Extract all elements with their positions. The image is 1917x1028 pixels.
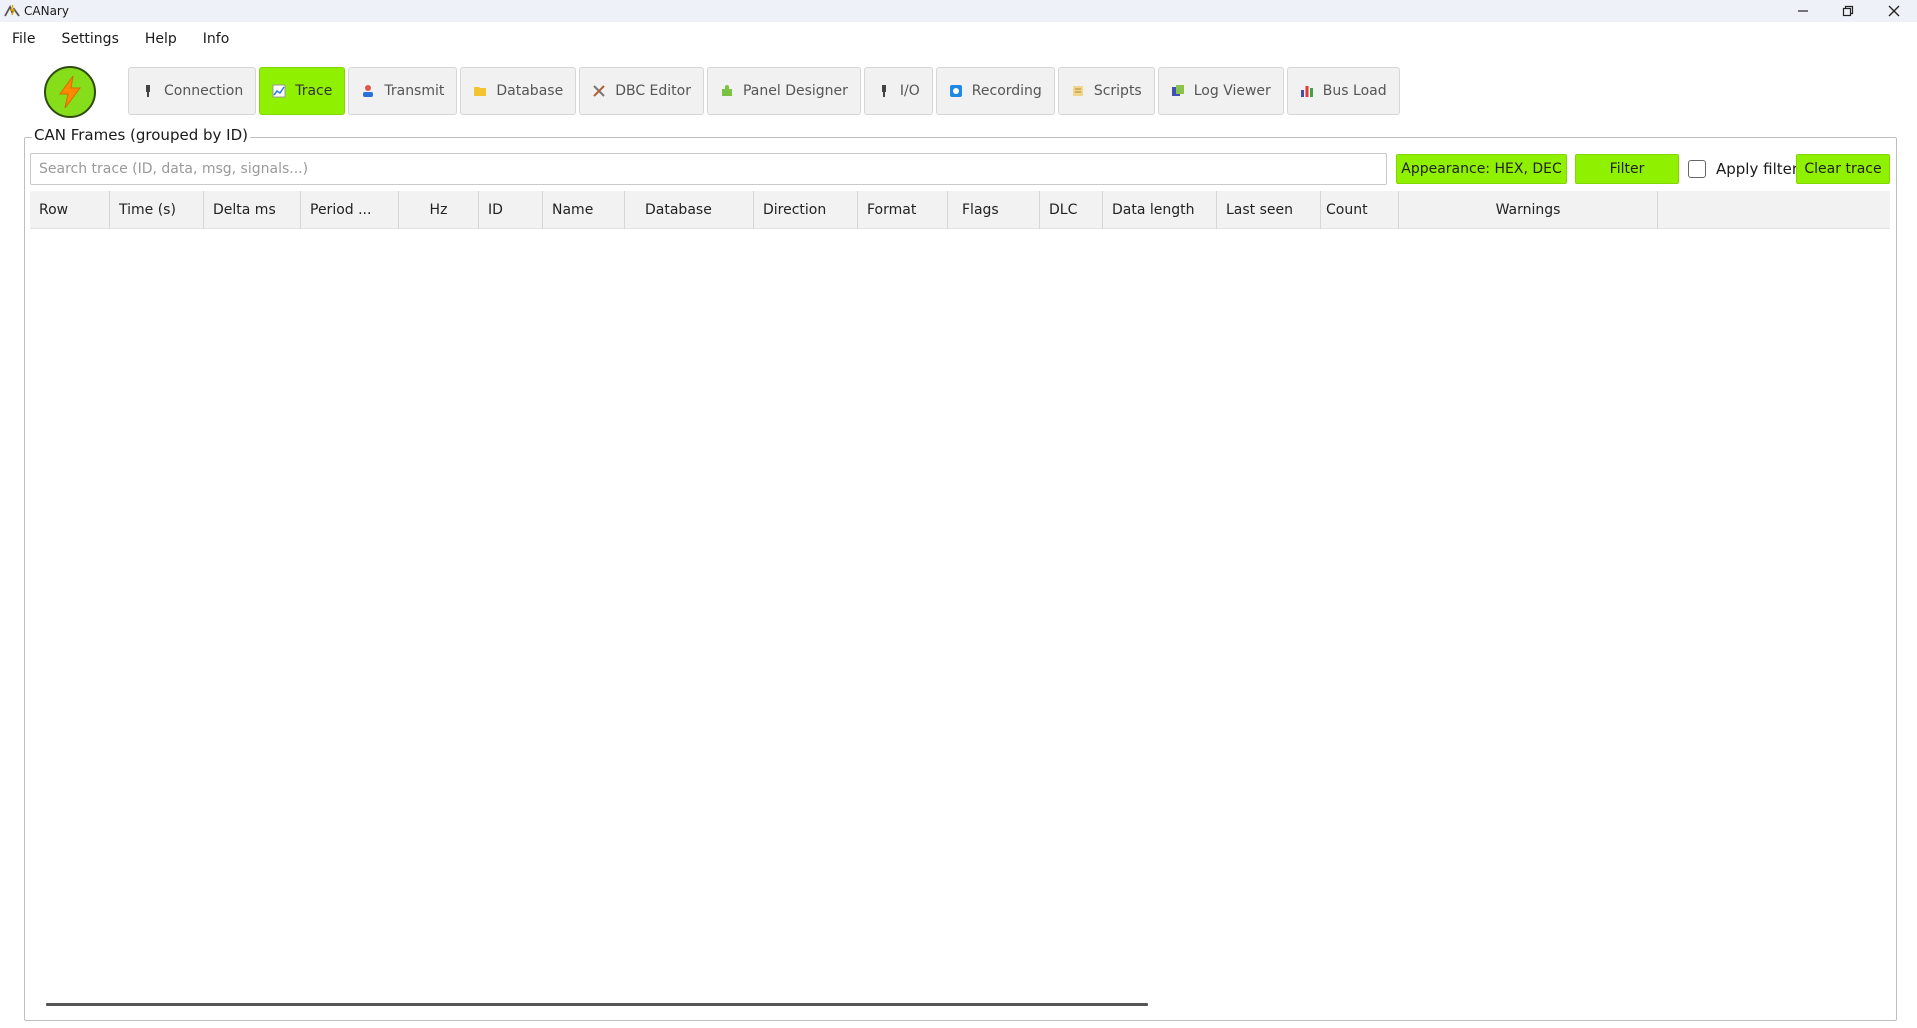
tab-database[interactable]: Database: [460, 67, 577, 115]
tab-panel-designer[interactable]: Panel Designer: [706, 67, 861, 115]
trace-table-body[interactable]: [30, 229, 1890, 1003]
lightning-bolt-icon: [59, 75, 81, 109]
search-input[interactable]: [30, 153, 1387, 185]
column-header-dlc[interactable]: DLC: [1040, 191, 1103, 229]
tab-bus-load[interactable]: Bus Load: [1286, 67, 1400, 115]
minimize-icon: [1798, 10, 1808, 12]
puzzle-icon: [721, 85, 732, 96]
checkbox-box[interactable]: [1688, 160, 1706, 178]
menu-bar: File Settings Help Info: [0, 26, 1917, 52]
tab-recording[interactable]: Recording: [935, 67, 1055, 115]
column-header-count[interactable]: Count: [1321, 191, 1399, 229]
connect-logo-button[interactable]: [44, 66, 96, 118]
column-header-direction[interactable]: Direction: [754, 191, 858, 229]
column-header-name[interactable]: Name: [543, 191, 625, 229]
column-header-flags[interactable]: Flags: [948, 191, 1040, 229]
tab-dbc-editor[interactable]: DBC Editor: [579, 67, 704, 115]
column-header-row[interactable]: Row: [30, 191, 110, 229]
horizontal-scrollbar[interactable]: [46, 1003, 1148, 1006]
tab-label: I/O: [899, 83, 920, 99]
title-bar: CANary: [0, 0, 1917, 22]
restore-button[interactable]: [1826, 0, 1870, 22]
menu-help[interactable]: Help: [145, 31, 177, 47]
tab-label: Bus Load: [1322, 83, 1387, 99]
trace-table-header: Row Time (s) Delta ms Period ... Hz ID N…: [30, 191, 1890, 229]
tab-transmit[interactable]: Transmit: [348, 67, 458, 115]
close-icon: [1888, 5, 1900, 17]
tab-label: Log Viewer: [1193, 83, 1271, 99]
tools-icon: [593, 85, 605, 97]
tab-label: Panel Designer: [742, 83, 848, 99]
tab-label: Trace: [295, 83, 333, 99]
tab-io[interactable]: I/O: [863, 67, 933, 115]
column-header-database[interactable]: Database: [625, 191, 754, 229]
apply-filter-label: Apply filter: [1716, 160, 1799, 178]
column-header-warnings[interactable]: Warnings: [1399, 191, 1658, 229]
close-button[interactable]: [1872, 0, 1916, 22]
menu-file[interactable]: File: [12, 31, 35, 47]
log-icon: [1171, 85, 1184, 96]
group-title: CAN Frames (grouped by ID): [32, 126, 250, 144]
column-header-data-length[interactable]: Data length: [1103, 191, 1217, 229]
app-logo-icon: [4, 4, 20, 17]
tab-trace[interactable]: Trace: [259, 67, 346, 115]
minimize-button[interactable]: [1781, 0, 1825, 22]
tab-connection[interactable]: Connection: [128, 67, 257, 115]
chart-icon: [272, 84, 286, 98]
tab-label: Database: [496, 83, 564, 99]
tab-label: Scripts: [1093, 83, 1142, 99]
bar-chart-icon: [1300, 86, 1313, 97]
tab-label: Connection: [164, 83, 244, 99]
tab-log-viewer[interactable]: Log Viewer: [1157, 67, 1284, 115]
tab-scripts[interactable]: Scripts: [1057, 67, 1155, 115]
appearance-button[interactable]: Appearance: HEX, DEC: [1396, 154, 1567, 184]
tab-label: Transmit: [384, 83, 445, 99]
column-header-format[interactable]: Format: [858, 191, 948, 229]
column-header-hz[interactable]: Hz: [399, 191, 479, 229]
column-header-id[interactable]: ID: [479, 191, 543, 229]
scroll-icon: [1072, 86, 1083, 96]
tab-label: DBC Editor: [615, 83, 691, 99]
column-header-time[interactable]: Time (s): [110, 191, 204, 229]
plug-icon: [881, 85, 886, 97]
window-title: CANary: [24, 4, 69, 18]
folder-icon: [474, 87, 487, 96]
plug-icon: [146, 85, 150, 97]
record-icon: [949, 85, 962, 97]
column-header-period[interactable]: Period ...: [301, 191, 399, 229]
main-tabs: Connection Trace Transmit Database DBC E…: [128, 67, 1403, 115]
menu-info[interactable]: Info: [203, 31, 230, 47]
restore-icon: [1842, 5, 1854, 17]
filter-button[interactable]: Filter: [1575, 154, 1679, 184]
column-header-last-seen[interactable]: Last seen: [1217, 191, 1321, 229]
clear-trace-button[interactable]: Clear trace: [1796, 154, 1890, 184]
person-icon: [363, 85, 374, 97]
apply-filter-checkbox[interactable]: Apply filter: [1688, 154, 1798, 184]
tab-label: Recording: [971, 83, 1042, 99]
menu-settings[interactable]: Settings: [61, 31, 118, 47]
column-header-delta[interactable]: Delta ms: [204, 191, 301, 229]
